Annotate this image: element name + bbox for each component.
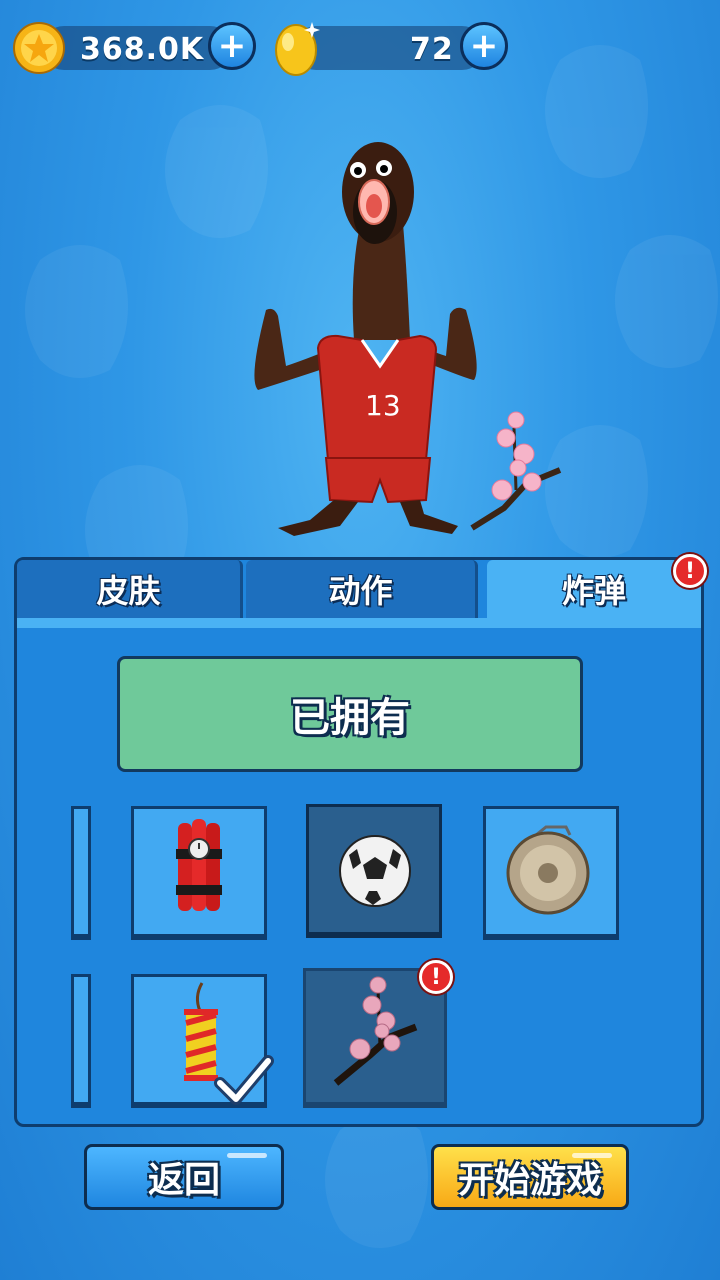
egg-counter-bg [294,26,484,70]
start-game-button[interactable]: 开始游戏 [431,1144,629,1210]
tab-bombs-alert-badge: ! [673,554,707,588]
shop-panel: 皮肤 动作 炸弹 ! 已拥有 ! [14,554,707,1127]
equipped-check-icon [214,1055,274,1105]
tab-actions[interactable]: 动作 [246,560,478,618]
add-coins-button[interactable]: + [208,22,256,70]
coin-counter: 368.0K + [12,22,262,74]
cherry-blossom-branch-icon [333,976,418,1086]
add-eggs-button[interactable]: + [460,22,508,70]
item-slot-partial-2[interactable] [71,974,91,1108]
item-slot-gong[interactable] [483,806,619,940]
golden-egg-icon [275,22,320,76]
item-new-alert-badge: ! [419,960,453,994]
button-gloss [572,1153,612,1158]
item-slot-firecracker[interactable] [131,974,274,1108]
egg-counter: 72 + [272,22,512,76]
egg-amount: 72 [410,32,454,67]
coin-amount: 368.0K [80,32,205,67]
tab-underline [17,618,701,628]
button-gloss [227,1153,267,1158]
gong-icon [506,825,590,915]
star-coin-icon [13,22,65,74]
cherry-blossom-branch-icon [470,411,562,531]
item-slot-soccer-ball[interactable] [306,804,442,938]
owned-status-banner: 已拥有 [117,656,583,772]
soccer-ball-icon [339,835,411,907]
back-button-label: 返回 [147,1160,220,1201]
tab-skins[interactable]: 皮肤 [17,560,243,618]
start-game-button-label: 开始游戏 [457,1160,602,1201]
item-slot-partial[interactable] [71,806,91,940]
back-button[interactable]: 返回 [84,1144,284,1210]
tab-bombs[interactable]: 炸弹 [487,560,701,618]
category-tabs: 皮肤 动作 炸弹 [17,560,701,620]
item-slot-dynamite[interactable] [131,806,267,940]
jersey-number: 13 [365,389,401,422]
dynamite-bundle-icon [176,819,222,911]
